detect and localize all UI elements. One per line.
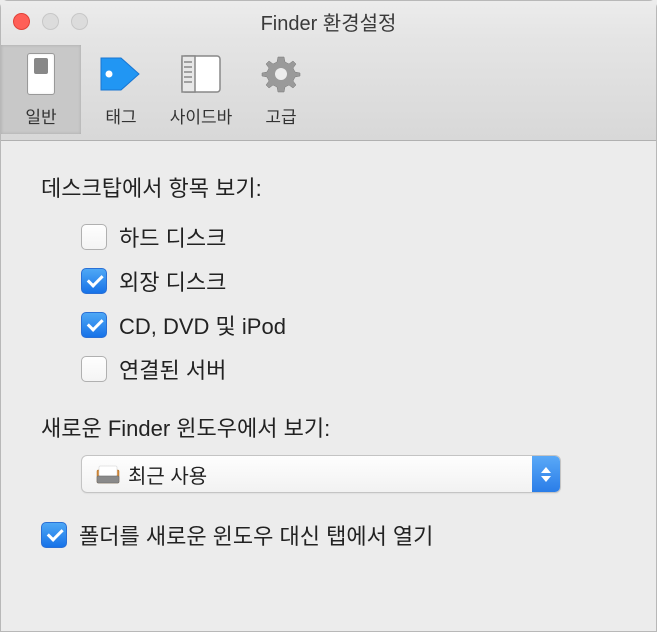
tab-sidebar[interactable]: 사이드바 bbox=[161, 45, 241, 134]
checkbox-external-disks[interactable] bbox=[81, 268, 107, 294]
content-area: 데스크탑에서 항목 보기: 하드 디스크 외장 디스크 CD, DVD 및 iP… bbox=[1, 141, 656, 587]
checkbox-row-external-disks: 외장 디스크 bbox=[41, 259, 616, 303]
dropdown-arrows-icon bbox=[532, 456, 560, 492]
tab-label: 일반 bbox=[25, 103, 56, 128]
new-window-title: 새로운 Finder 윈도우에서 보기: bbox=[41, 411, 616, 443]
checkbox-hard-disks[interactable] bbox=[81, 224, 107, 250]
tag-icon bbox=[99, 51, 143, 97]
recents-icon bbox=[94, 464, 122, 484]
checkbox-label: 외장 디스크 bbox=[119, 265, 226, 297]
tab-label: 고급 bbox=[265, 103, 296, 128]
checkbox-row-tabs: 폴더를 새로운 윈도우 대신 탭에서 열기 bbox=[41, 513, 616, 557]
general-icon bbox=[27, 51, 55, 97]
preferences-window: Finder 환경설정 일반 태그 bbox=[0, 0, 657, 632]
checkbox-label: CD, DVD 및 iPod bbox=[119, 309, 286, 341]
gear-icon bbox=[260, 51, 302, 97]
checkbox-connected-servers[interactable] bbox=[81, 356, 107, 382]
checkbox-row-connected-servers: 연결된 서버 bbox=[41, 347, 616, 391]
dropdown-selected-label: 최근 사용 bbox=[128, 460, 207, 489]
tab-label: 사이드바 bbox=[170, 103, 233, 128]
checkbox-cds-dvds[interactable] bbox=[81, 312, 107, 338]
checkbox-row-cds-dvds: CD, DVD 및 iPod bbox=[41, 303, 616, 347]
checkbox-label: 연결된 서버 bbox=[119, 353, 226, 385]
sidebar-icon bbox=[181, 51, 221, 97]
tab-advanced[interactable]: 고급 bbox=[241, 45, 321, 134]
checkbox-open-in-tabs[interactable] bbox=[41, 522, 67, 548]
tab-tags[interactable]: 태그 bbox=[81, 45, 161, 134]
desktop-items-title: 데스크탑에서 항목 보기: bbox=[41, 171, 616, 203]
toolbar: 일반 태그 bbox=[1, 41, 656, 141]
checkbox-label: 하드 디스크 bbox=[119, 221, 226, 253]
checkbox-row-hard-disks: 하드 디스크 bbox=[41, 215, 616, 259]
new-window-dropdown[interactable]: 최근 사용 bbox=[81, 455, 561, 493]
tab-general[interactable]: 일반 bbox=[1, 45, 81, 134]
titlebar: Finder 환경설정 bbox=[1, 1, 656, 41]
maximize-button[interactable] bbox=[71, 13, 88, 30]
close-button[interactable] bbox=[13, 13, 30, 30]
window-title: Finder 환경설정 bbox=[1, 7, 656, 36]
window-controls bbox=[13, 13, 88, 30]
checkbox-label: 폴더를 새로운 윈도우 대신 탭에서 열기 bbox=[79, 519, 433, 551]
tab-label: 태그 bbox=[105, 103, 136, 128]
minimize-button[interactable] bbox=[42, 13, 59, 30]
